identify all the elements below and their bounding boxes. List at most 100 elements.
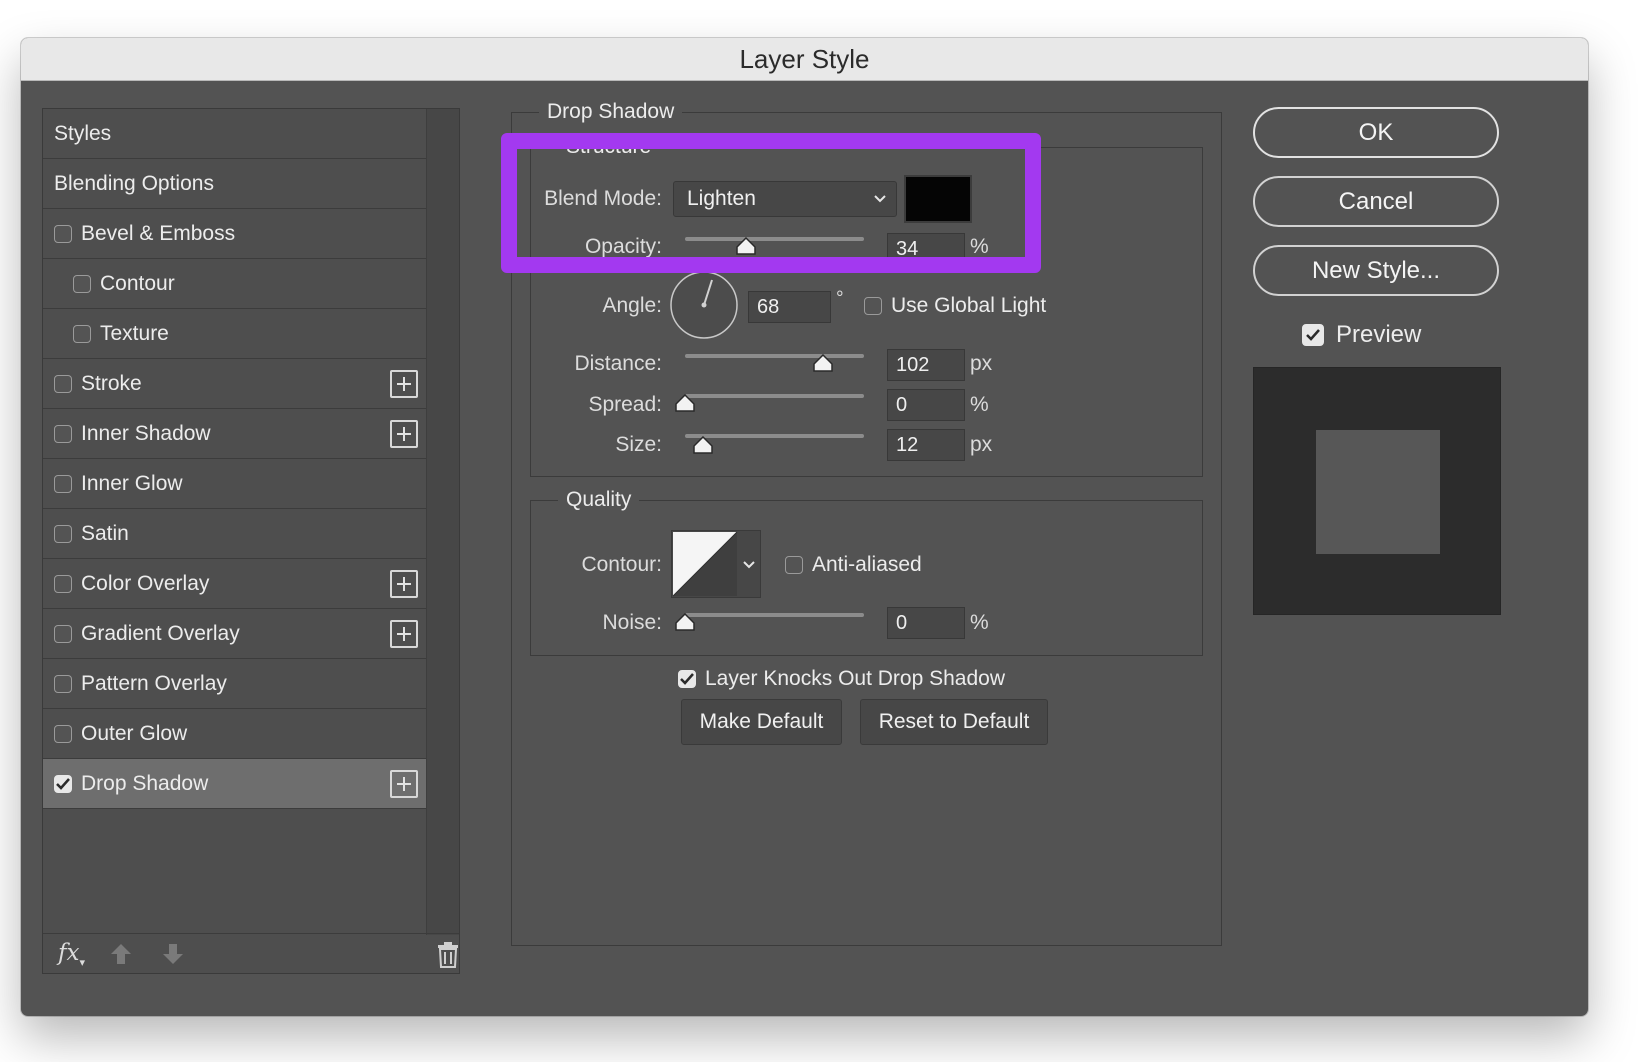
style-item-checkbox[interactable]: [54, 224, 72, 243]
style-item-checkbox[interactable]: [54, 524, 72, 543]
arrow-up-icon[interactable]: [109, 942, 133, 971]
blend-mode-select[interactable]: Lighten: [673, 181, 897, 217]
style-item-label: Contour: [100, 271, 175, 295]
global-light-checkbox-box[interactable]: [864, 297, 882, 315]
preview-checkbox-box[interactable]: [1302, 324, 1324, 346]
reset-to-default-button[interactable]: Reset to Default: [860, 699, 1048, 745]
contour-label: Contour:: [581, 553, 662, 576]
add-effect-icon[interactable]: [390, 770, 418, 798]
opacity-slider-track[interactable]: [685, 237, 864, 241]
angle-dial[interactable]: [669, 270, 739, 340]
make-default-button[interactable]: Make Default: [681, 699, 842, 745]
add-effect-icon[interactable]: [390, 370, 418, 398]
style-item-label: Pattern Overlay: [81, 671, 227, 695]
style-item-stroke[interactable]: Stroke: [43, 359, 426, 409]
add-effect-icon[interactable]: [390, 570, 418, 598]
noise-slider-track[interactable]: [685, 613, 864, 617]
structure-legend: Structure: [558, 135, 660, 159]
blend-mode-label: Blend Mode:: [544, 187, 662, 210]
styles-list-scrollbar[interactable]: [426, 109, 459, 935]
style-item-checkbox[interactable]: [73, 274, 91, 293]
size-input[interactable]: 12: [887, 429, 965, 461]
cancel-button[interactable]: Cancel: [1253, 176, 1499, 227]
style-item-inner-glow[interactable]: Inner Glow: [43, 459, 426, 509]
layer-knocks-out-checkbox[interactable]: Layer Knocks Out Drop Shadow: [678, 667, 1005, 691]
style-item-label: Gradient Overlay: [81, 621, 240, 645]
preview-square: [1316, 430, 1440, 554]
style-item-checkbox[interactable]: [54, 424, 72, 443]
spread-input[interactable]: 0: [887, 389, 965, 421]
styles-header-label: Styles: [54, 121, 112, 145]
style-item-checkbox[interactable]: [54, 624, 72, 643]
style-item-label: Bevel & Emboss: [81, 221, 236, 245]
anti-aliased-checkbox-box[interactable]: [785, 556, 803, 574]
noise-input[interactable]: 0: [887, 607, 965, 639]
window-title: Layer Style: [21, 38, 1588, 81]
fx-icon[interactable]: fx▾: [58, 940, 85, 969]
style-item-checkbox[interactable]: [54, 774, 72, 793]
style-item-checkbox[interactable]: [54, 374, 72, 393]
style-item-label: Texture: [100, 321, 169, 345]
contour-preview-icon: [672, 531, 738, 597]
distance-unit: px: [970, 352, 993, 375]
style-preview-thumbnail: [1253, 367, 1501, 615]
opacity-unit: %: [970, 235, 989, 258]
distance-input[interactable]: 102: [887, 349, 965, 381]
add-effect-icon[interactable]: [390, 620, 418, 648]
quality-legend: Quality: [558, 488, 640, 512]
opacity-label: Opacity:: [584, 235, 662, 258]
chevron-down-icon: [872, 182, 888, 227]
style-item-label: Inner Glow: [81, 471, 183, 495]
opacity-input[interactable]: 34: [887, 233, 965, 265]
noise-unit: %: [970, 611, 989, 634]
style-item-texture[interactable]: Texture: [43, 309, 426, 359]
new-style-button[interactable]: New Style...: [1253, 245, 1499, 296]
contour-picker[interactable]: [671, 530, 761, 598]
blending-options-label: Blending Options: [54, 171, 214, 195]
size-label: Size:: [615, 433, 662, 456]
preview-checkbox[interactable]: Preview: [1302, 321, 1421, 349]
blending-options-item[interactable]: Blending Options: [43, 159, 426, 209]
style-item-checkbox[interactable]: [54, 574, 72, 593]
style-item-checkbox[interactable]: [54, 474, 72, 493]
distance-label: Distance:: [574, 352, 662, 375]
styles-list: Styles Blending Options Bevel & Emboss Co…: [42, 108, 460, 974]
preview-label: Preview: [1336, 321, 1422, 348]
style-item-label: Color Overlay: [81, 571, 210, 595]
angle-input[interactable]: 68: [748, 291, 831, 323]
anti-aliased-checkbox[interactable]: Anti-aliased: [785, 553, 922, 577]
style-item-label: Drop Shadow: [81, 771, 209, 795]
distance-slider-track[interactable]: [685, 354, 864, 358]
style-item-checkbox[interactable]: [54, 724, 72, 743]
layer-knocks-out-checkbox-box[interactable]: [678, 670, 696, 688]
contour-chevron-icon: [740, 549, 758, 584]
use-global-light-label: Use Global Light: [891, 294, 1047, 317]
style-item-label: Outer Glow: [81, 721, 188, 745]
style-item-color-overlay[interactable]: Color Overlay: [43, 559, 426, 609]
style-item-satin[interactable]: Satin: [43, 509, 426, 559]
styles-header[interactable]: Styles: [43, 109, 426, 159]
style-item-gradient-overlay[interactable]: Gradient Overlay: [43, 609, 426, 659]
shadow-color-swatch[interactable]: [904, 175, 972, 223]
layer-style-dialog: Layer Style Styles Blending Options Beve…: [21, 38, 1588, 1016]
arrow-down-icon[interactable]: [161, 942, 185, 971]
layer-knocks-out-label: Layer Knocks Out Drop Shadow: [705, 667, 1005, 690]
styles-list-footer: fx▾: [43, 933, 459, 973]
ok-button[interactable]: OK: [1253, 107, 1499, 158]
add-effect-icon[interactable]: [390, 420, 418, 448]
style-item-contour[interactable]: Contour: [43, 259, 426, 309]
trash-icon[interactable]: [437, 942, 459, 973]
style-item-inner-shadow[interactable]: Inner Shadow: [43, 409, 426, 459]
style-item-pattern-overlay[interactable]: Pattern Overlay: [43, 659, 426, 709]
use-global-light-checkbox[interactable]: Use Global Light: [864, 294, 1046, 318]
style-item-outer-glow[interactable]: Outer Glow: [43, 709, 426, 759]
spread-label: Spread:: [588, 393, 662, 416]
spread-slider-track[interactable]: [685, 394, 864, 398]
style-item-checkbox[interactable]: [73, 324, 91, 343]
style-item-checkbox[interactable]: [54, 674, 72, 693]
style-item-bevel-emboss[interactable]: Bevel & Emboss: [43, 209, 426, 259]
size-unit: px: [970, 433, 993, 456]
angle-unit: °: [836, 288, 844, 309]
style-item-drop-shadow[interactable]: Drop Shadow: [43, 759, 426, 809]
anti-aliased-label: Anti-aliased: [812, 553, 922, 576]
